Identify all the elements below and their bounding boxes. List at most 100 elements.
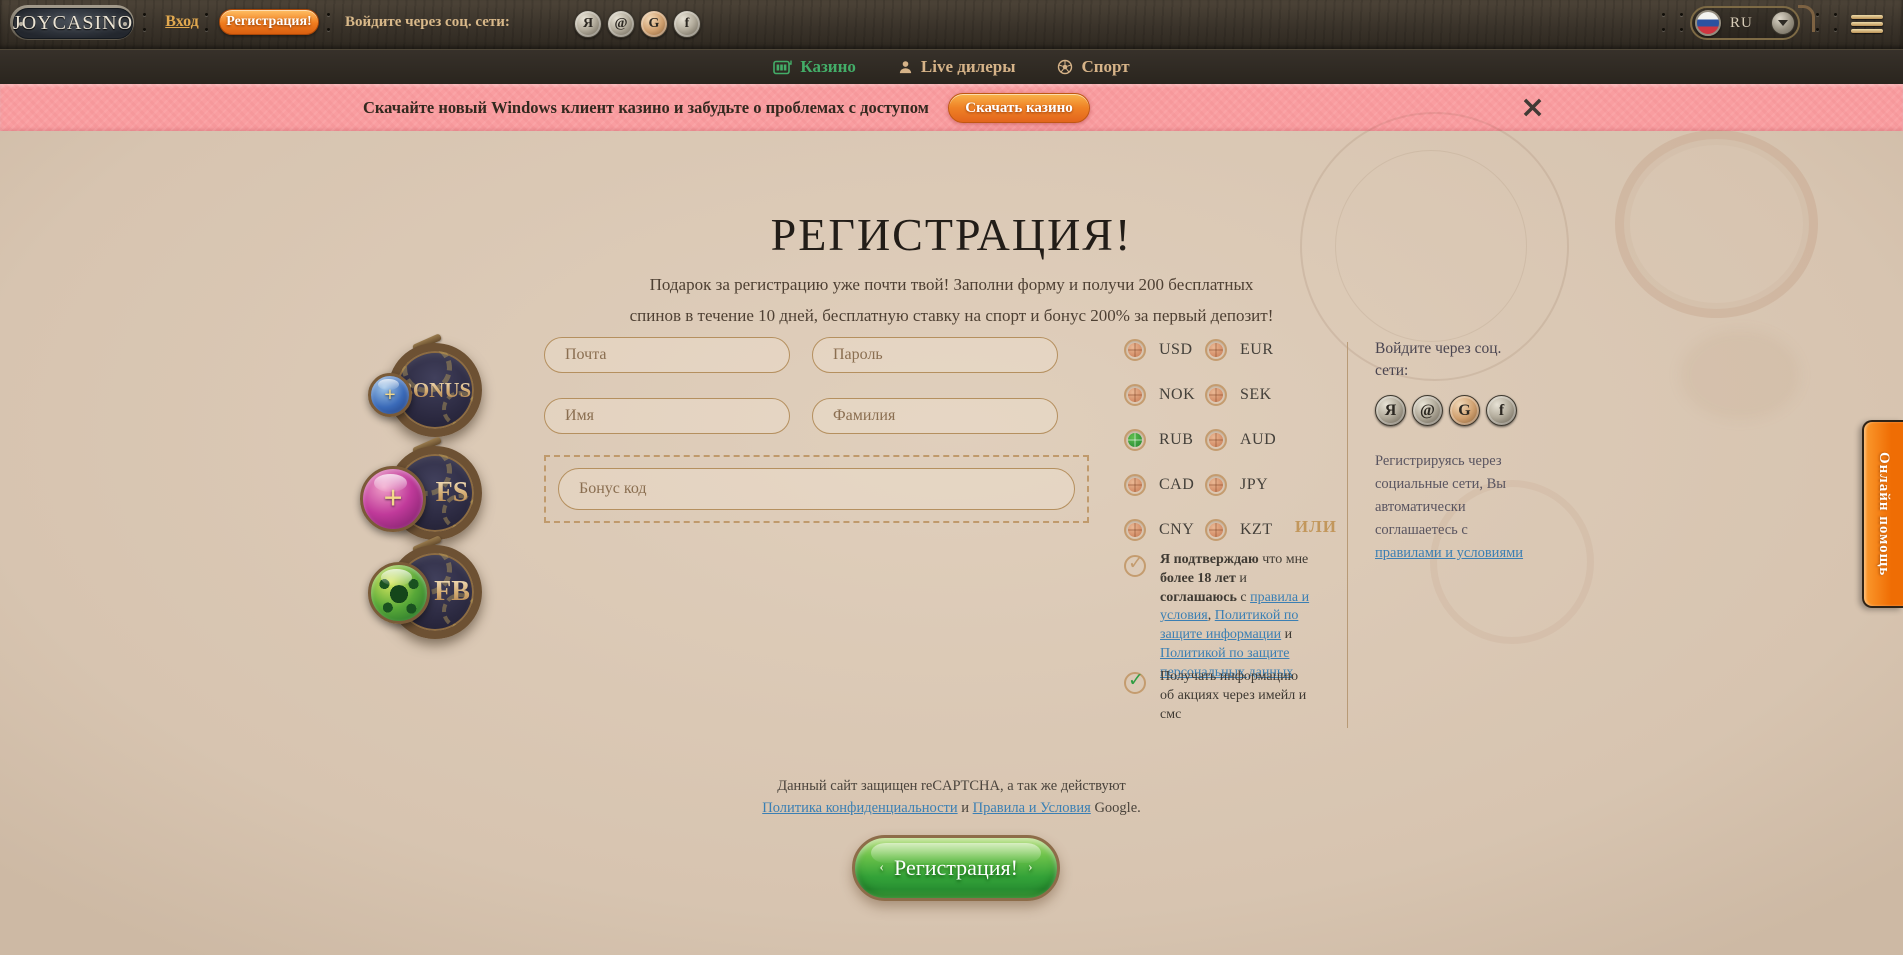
rivet-icon [1834,13,1837,16]
chevron-down-icon [1778,20,1788,26]
russian-flag-icon [1695,10,1721,36]
nav-tab-casino[interactable]: Казино [773,57,856,77]
nav-tab-sport[interactable]: Спорт [1057,57,1129,77]
password-field[interactable] [812,337,1058,373]
top-header: JOYCASINO Вход Регистрация! Войдите чере… [0,0,1903,49]
language-dropdown-button[interactable] [1771,11,1795,35]
currency-radio-aud[interactable] [1205,429,1227,451]
text-segment: Данный сайт защищен reCAPTCHA, а так же … [777,778,1126,794]
currency-radio-nok[interactable] [1124,384,1146,406]
currency-option-sek[interactable]: SEK [1205,384,1286,406]
currency-option-jpy[interactable]: JPY [1205,474,1286,496]
currency-radio-jpy[interactable] [1205,474,1227,496]
facebook-login-icon[interactable]: f [1486,395,1517,426]
badge-orb-icon: + [368,373,412,417]
text-segment: с [1237,590,1250,605]
bonus-code-field[interactable] [558,468,1075,510]
header-register-button[interactable]: Регистрация! [219,9,319,35]
text-segment: Я подтверждаю [1160,552,1259,567]
logo-text: JOYCASINO [13,12,133,35]
joycasino-registration-page: JOYCASINO Вход Регистрация! Войдите чере… [0,0,1903,955]
submit-label: Регистрация! [894,855,1018,881]
currency-label: KZT [1240,521,1273,539]
currency-option-eur[interactable]: EUR [1205,339,1286,361]
terms-link[interactable]: Правила и Условия [973,800,1091,816]
vertical-divider [1347,342,1348,728]
text-segment: соглашаюсь [1160,590,1237,605]
nav-tab-label: Live дилеры [921,57,1016,77]
rivet-icon [1834,28,1837,31]
text-segment: и [1236,571,1247,586]
nav-tab-label: Спорт [1081,57,1129,77]
currency-radio-sek[interactable] [1205,384,1227,406]
mailru-login-icon[interactable]: @ [1412,395,1443,426]
page-title: РЕГИСТРАЦИЯ! [0,208,1903,261]
currency-radio-usd[interactable] [1124,339,1146,361]
rivet-icon [1680,13,1683,16]
first-name-field[interactable] [544,398,790,434]
logo-plate: JOYCASINO [13,8,133,39]
rivet-icon [327,28,330,31]
language-selector[interactable]: RU [1690,6,1800,40]
nav-tab-live[interactable]: Live дилеры [898,57,1016,77]
facebook-login-icon[interactable]: f [673,10,701,38]
yandex-login-icon[interactable]: Я [574,10,602,38]
currency-radio-rub[interactable] [1124,429,1146,451]
badge-fb: FB [360,545,495,645]
mailru-login-icon[interactable]: @ [607,10,635,38]
online-help-tab[interactable]: Онлайн помощь [1862,420,1903,608]
text-segment: , [1208,608,1215,623]
rivet-icon [327,13,330,16]
age-terms-text: Я подтверждаю что мне более 18 лет и сог… [1160,551,1315,682]
currency-option-cny[interactable]: CNY [1124,519,1205,541]
terms-link[interactable]: Политика конфиденциальности [762,800,957,816]
currency-option-usd[interactable]: USD [1124,339,1205,361]
side-social-heading: Войдите через соц. сети: [1375,338,1525,383]
currency-label: CAD [1159,476,1194,494]
banner-close-icon[interactable]: × [1520,88,1545,128]
login-link[interactable]: Вход [158,13,206,31]
currency-option-aud[interactable]: AUD [1205,429,1286,451]
age-terms-checkbox[interactable]: ✓ [1124,555,1146,577]
terms-link[interactable]: правилами и условиями [1375,545,1523,561]
left-arrow-icon: ‹ [879,860,884,876]
last-name-field[interactable] [812,398,1058,434]
header-social-prompt-label: Войдите через соц. сети: [345,14,510,31]
page-subtitle: Подарок за регистрацию уже почти твой! З… [612,270,1292,331]
yandex-login-icon[interactable]: Я [1375,395,1406,426]
currency-selector: USDEUR NOK SEK RUB AUD CAD JPY CNY KZT [1124,339,1286,541]
currency-label: JPY [1240,476,1268,494]
main-nav: Казино Live дилеры Спорт [0,49,1903,84]
currency-label: SEK [1240,386,1272,404]
side-note-text: Регистрируясь через социальные сети, Вы … [1375,453,1506,538]
currency-radio-kzt[interactable] [1205,519,1227,541]
currency-radio-cny[interactable] [1124,519,1146,541]
text-segment: и [958,800,973,816]
currency-label: CNY [1159,521,1194,539]
nav-tab-label: Казино [800,57,856,77]
currency-radio-cad[interactable] [1124,474,1146,496]
currency-option-nok[interactable]: NOK [1124,384,1205,406]
currency-radio-eur[interactable] [1205,339,1227,361]
joycasino-logo[interactable]: JOYCASINO [10,5,134,40]
side-social-icons: Я@Gf [1375,395,1517,426]
right-arrow-icon: › [1028,860,1033,876]
email-field[interactable] [544,337,790,373]
banner-text: Скачайте новый Windows клиент казино и з… [363,84,929,131]
currency-option-rub[interactable]: RUB [1124,429,1205,451]
rivet-icon [1680,28,1683,31]
promo-subscribe-checkbox[interactable]: ✓ [1124,672,1146,694]
register-submit-button[interactable]: ‹ Регистрация! › [852,835,1060,901]
menu-button[interactable] [1851,15,1883,36]
currency-option-kzt[interactable]: KZT [1205,519,1286,541]
badge-orb-icon: + [360,466,426,532]
badge-orb-icon [368,562,430,624]
download-client-button[interactable]: Скачать казино [948,93,1090,123]
currency-label: RUB [1159,431,1193,449]
currency-option-cad[interactable]: CAD [1124,474,1205,496]
header-social-icons: Я@Gf [574,10,701,38]
google-login-icon[interactable]: G [1449,395,1480,426]
google-login-icon[interactable]: G [640,10,668,38]
or-label: ИЛИ [1280,517,1337,537]
rivet-icon [1816,13,1819,16]
